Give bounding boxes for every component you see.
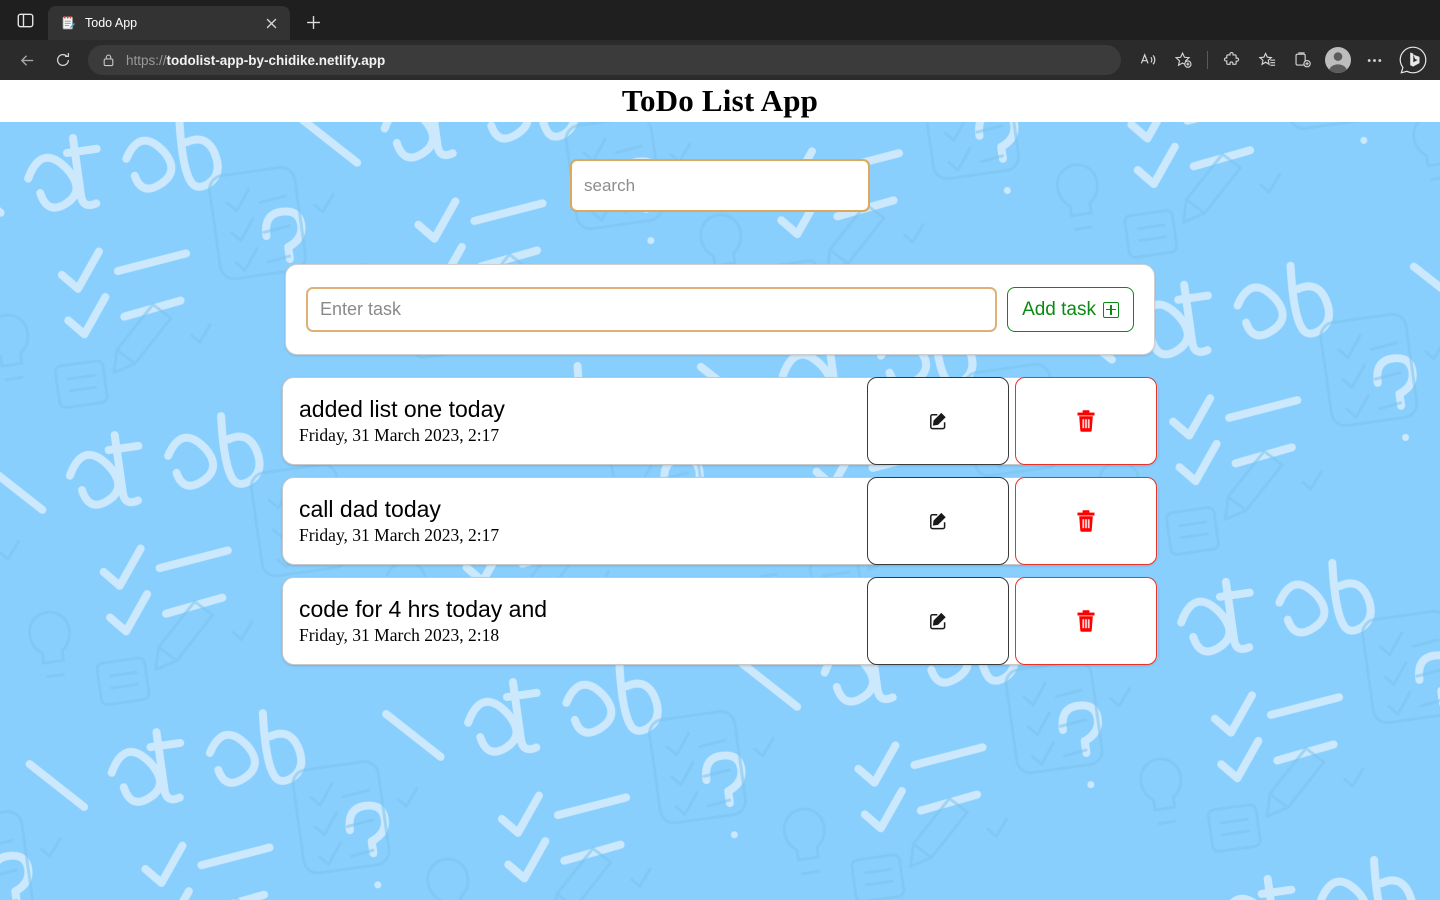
read-aloud-icon[interactable]	[1131, 45, 1165, 75]
task-input[interactable]	[306, 287, 998, 332]
bing-chat-icon[interactable]	[1396, 43, 1430, 77]
close-icon[interactable]	[260, 12, 282, 34]
profile-avatar[interactable]	[1325, 47, 1351, 73]
table-row: added list one today Friday, 31 March 20…	[282, 377, 1158, 465]
url-host: todolist-app-by-chidike.netlify.app	[166, 52, 386, 68]
extensions-icon[interactable]	[1215, 45, 1249, 75]
trash-icon	[1077, 410, 1095, 432]
task-text-wrap: added list one today Friday, 31 March 20…	[299, 396, 867, 446]
favorites-icon[interactable]	[1250, 45, 1284, 75]
edit-task-button[interactable]	[867, 377, 1009, 465]
task-text-wrap: call dad today Friday, 31 March 2023, 2:…	[299, 496, 867, 546]
task-actions	[867, 577, 1157, 665]
browser-tab[interactable]: Todo App	[48, 6, 290, 40]
add-favorite-icon[interactable]	[1166, 45, 1200, 75]
address-bar[interactable]: https://todolist-app-by-chidike.netlify.…	[88, 45, 1121, 75]
browser-window: Todo App https://todolist-app-by-chidike…	[0, 0, 1440, 900]
edit-task-button[interactable]	[867, 477, 1009, 565]
toolbar-divider	[1207, 51, 1208, 69]
task-actions	[867, 377, 1157, 465]
delete-task-button[interactable]	[1015, 577, 1157, 665]
settings-more-icon[interactable]	[1357, 45, 1391, 75]
back-arrow-icon[interactable]	[10, 45, 44, 75]
app-content: Add task added list one today Friday, 31…	[0, 122, 1440, 665]
toolbar-actions	[1131, 43, 1430, 77]
new-tab-button[interactable]	[298, 7, 328, 37]
add-task-panel: Add task	[285, 264, 1155, 355]
edit-task-button[interactable]	[867, 577, 1009, 665]
pencil-square-icon	[930, 512, 946, 530]
task-timestamp: Friday, 31 March 2023, 2:17	[299, 525, 500, 546]
notepad-icon	[60, 15, 76, 31]
task-title: code for 4 hrs today and	[299, 595, 548, 622]
task-actions	[867, 477, 1157, 565]
lock-icon	[100, 53, 116, 67]
task-list: added list one today Friday, 31 March 20…	[282, 377, 1158, 665]
task-text-wrap: code for 4 hrs today and Friday, 31 Marc…	[299, 596, 867, 646]
page-viewport: ToDo List App search Enter task Add task…	[0, 80, 1440, 900]
pencil-square-icon	[930, 412, 946, 430]
task-title: added list one today	[299, 395, 505, 422]
url-text: https://todolist-app-by-chidike.netlify.…	[126, 53, 385, 68]
search-input[interactable]	[570, 159, 870, 212]
app-body: Add task added list one today Friday, 31…	[0, 122, 1440, 900]
delete-task-button[interactable]	[1015, 477, 1157, 565]
browser-toolbar: https://todolist-app-by-chidike.netlify.…	[0, 40, 1440, 80]
trash-icon	[1077, 610, 1095, 632]
add-task-button[interactable]: Add task	[1007, 287, 1134, 332]
delete-task-button[interactable]	[1015, 377, 1157, 465]
table-row: code for 4 hrs today and Friday, 31 Marc…	[282, 577, 1158, 665]
add-task-label: Add task	[1022, 298, 1096, 320]
task-timestamp: Friday, 31 March 2023, 2:18	[299, 625, 500, 646]
plus-square-icon	[1103, 301, 1119, 318]
reload-icon[interactable]	[46, 45, 80, 75]
tab-actions-button[interactable]	[6, 3, 44, 37]
task-title: call dad today	[299, 495, 441, 522]
task-timestamp: Friday, 31 March 2023, 2:17	[299, 425, 500, 446]
page-title: ToDo List App	[621, 83, 819, 118]
tab-strip: Todo App	[0, 0, 1440, 40]
pencil-square-icon	[930, 612, 946, 630]
trash-icon	[1077, 510, 1095, 532]
tab-title: Todo App	[85, 16, 138, 30]
url-scheme: https://	[126, 52, 167, 68]
app-header: ToDo List App	[0, 80, 1440, 122]
collections-icon[interactable]	[1285, 45, 1319, 75]
table-row: call dad today Friday, 31 March 2023, 2:…	[282, 477, 1158, 565]
